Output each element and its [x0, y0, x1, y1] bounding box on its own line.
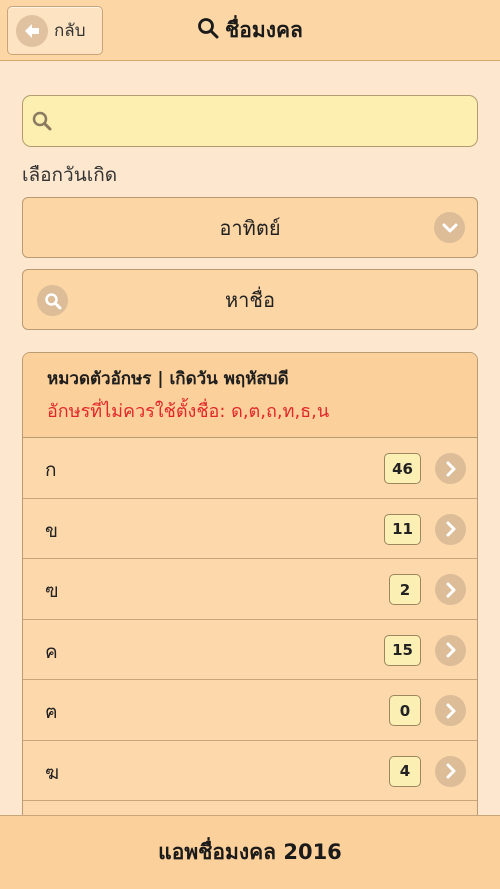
list-item[interactable]: ข 11 [23, 498, 477, 559]
list-item[interactable]: ค 15 [23, 619, 477, 680]
panel-header: หมวดตัวอักษร | เกิดวัน พฤหัสบดี อักษรที่… [23, 353, 477, 438]
forbidden-letters-note: อักษรที่ไม่ควรใช้ตั้งชื่อ: ด,ต,ถ,ท,ธ,น [47, 401, 330, 422]
search-field[interactable] [22, 95, 478, 147]
chevron-right-icon[interactable] [435, 453, 466, 484]
find-name-button[interactable]: หาชื่อ [22, 269, 478, 330]
chevron-right-icon[interactable] [435, 574, 466, 605]
count-badge: 15 [384, 634, 421, 666]
search-icon [31, 110, 53, 136]
top-bar: กลับ ชื่อมงคล [0, 0, 500, 61]
list-item[interactable]: ฃ2 [23, 559, 477, 620]
list-item-letter: ข [45, 519, 58, 542]
list-item[interactable]: ฅ0 [23, 680, 477, 741]
list-item[interactable]: ฆ4 [23, 740, 477, 801]
find-name-label: หาชื่อ [225, 287, 275, 312]
list-item-letter: ค [45, 640, 58, 663]
letter-list: ก 46 ข 11 ฃ 2 ค 15 ฅ 0 ฆ 4 [23, 438, 477, 822]
chevron-right-icon[interactable] [435, 695, 466, 726]
list-item-letter: ฆ [45, 761, 60, 784]
panel-heading: หมวดตัวอักษร | เกิดวัน พฤหัสบดี [47, 369, 289, 389]
chevron-right-icon[interactable] [435, 513, 466, 545]
search-icon [37, 285, 68, 316]
search-input[interactable] [67, 104, 467, 138]
birthday-select-value: อาทิตย์ [219, 215, 281, 240]
list-item[interactable]: ก 46 [23, 438, 477, 499]
list-item-letter: ก [45, 459, 57, 481]
count-badge: 0 [389, 695, 421, 726]
letter-category-panel: หมวดตัวอักษร | เกิดวัน พฤหัสบดี อักษรที่… [22, 352, 478, 822]
chevron-right-icon[interactable] [435, 634, 466, 666]
list-item-letter: ฃ [45, 580, 59, 602]
page-title: ชื่อมงคล [0, 12, 500, 48]
bottom-bar: แอพชื่อมงคล 2016 [0, 815, 500, 889]
page-title-text: ชื่อมงคล [225, 17, 303, 42]
app-title: แอพชื่อมงคล 2016 [158, 840, 342, 864]
search-icon [197, 17, 219, 43]
chevron-down-icon [434, 212, 465, 243]
birthday-select[interactable]: อาทิตย์ [22, 197, 478, 258]
list-item-letter: ฅ [45, 701, 58, 723]
dob-label: เลือกวันเกิด [22, 164, 118, 186]
chevron-right-icon[interactable] [435, 755, 466, 787]
count-badge: 4 [389, 755, 421, 787]
count-badge: 46 [384, 453, 421, 484]
count-badge: 2 [389, 574, 421, 605]
count-badge: 11 [384, 513, 421, 545]
